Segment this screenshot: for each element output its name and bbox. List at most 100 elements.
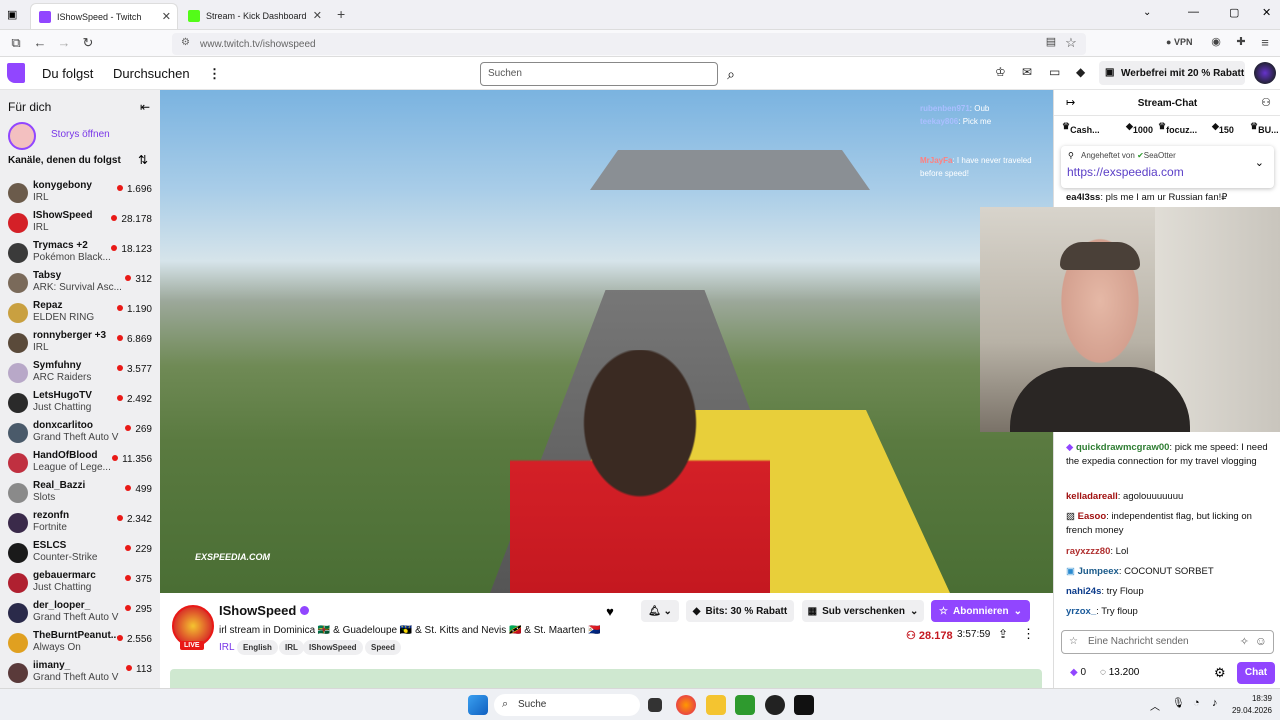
more-icon[interactable]: ⋮ xyxy=(1022,626,1035,642)
app-capcut-icon[interactable] xyxy=(794,695,814,715)
sidebar-channel[interactable]: HandOfBlood League of Lege... 11.356 xyxy=(0,447,160,477)
chat-username[interactable]: kelladareall xyxy=(1066,491,1118,502)
whispers-icon[interactable]: ▭ xyxy=(1049,65,1060,79)
tab-overflow-chevron-icon[interactable]: ⌄ xyxy=(1143,7,1151,18)
tag-irl[interactable]: IRL xyxy=(279,640,304,655)
tab-list-icon[interactable]: ▣ xyxy=(7,8,17,21)
chat-settings-icon[interactable]: ⚙ xyxy=(1214,665,1226,681)
bits-icon[interactable]: ☆ xyxy=(1069,636,1078,647)
sidebar-channel[interactable]: IShowSpeed IRL 28.178 xyxy=(0,207,160,237)
new-tab-icon[interactable]: + xyxy=(337,6,345,22)
leader-3[interactable]: ♛ BU... xyxy=(1250,121,1279,135)
nav-following[interactable]: Du folgst xyxy=(42,66,93,81)
pinned-message[interactable]: ⚲ Angeheftet von ✔SeaOtter https://exspe… xyxy=(1061,146,1274,188)
app-green-icon[interactable] xyxy=(735,695,755,715)
more-options-icon[interactable]: ⋮ xyxy=(208,66,221,82)
chat-username[interactable]: rayxzzz80 xyxy=(1066,546,1110,557)
forward-icon[interactable]: → xyxy=(55,35,73,50)
sort-icon[interactable]: ⇅ xyxy=(138,153,148,167)
channel-points-b[interactable]: ◌ 13.200 xyxy=(1100,667,1139,678)
account-icon[interactable]: ◉ xyxy=(1207,35,1225,48)
channel-name[interactable]: IShowSpeed xyxy=(219,603,310,618)
sidebar-channel[interactable]: gebauermarc Just Chatting 375 xyxy=(0,567,160,597)
chat-input[interactable]: ☆ Eine Nachricht senden ✧ ☺ xyxy=(1061,630,1274,654)
chat-username[interactable]: Easoo xyxy=(1078,511,1107,522)
minimize-icon[interactable]: — xyxy=(1188,6,1199,18)
reader-icon[interactable]: ▤ xyxy=(1042,35,1060,48)
chevron-down-icon[interactable]: ⌄ xyxy=(1255,156,1264,169)
sidebar-channel[interactable]: ESLCS Counter-Strike 229 xyxy=(0,537,160,567)
search-icon[interactable]: ⌕ xyxy=(718,62,744,86)
collapse-sidebar-icon[interactable]: ⇤ xyxy=(140,100,150,114)
channel-points-a[interactable]: ◆ 0 xyxy=(1070,667,1086,678)
menu-icon[interactable]: ≡ xyxy=(1256,35,1274,50)
sidebar-channel[interactable]: ronnyberger +3 IRL 6.869 xyxy=(0,327,160,357)
tag-speed[interactable]: Speed xyxy=(365,640,402,655)
tray-chevron-icon[interactable]: ︿ xyxy=(1150,698,1160,713)
chat-username[interactable]: Jumpeex xyxy=(1078,566,1119,577)
notifications-button[interactable]: 🔔︎ ⌄ xyxy=(641,600,679,622)
chat-username[interactable]: nahi24s xyxy=(1066,586,1101,597)
user-avatar[interactable] xyxy=(1254,62,1276,84)
tag-english[interactable]: English xyxy=(237,640,278,655)
inbox-icon[interactable]: ✉ xyxy=(1022,65,1032,79)
category-link[interactable]: IRL xyxy=(219,642,235,653)
follow-heart-button[interactable]: ♥ xyxy=(597,600,623,622)
file-explorer-icon[interactable] xyxy=(706,695,726,715)
sidebar-channel[interactable]: der_looper_ Grand Theft Auto V 295 xyxy=(0,597,160,627)
windows-start-icon[interactable] xyxy=(468,695,488,715)
sidebar-channel[interactable]: TheBurntPeanut... Always On 2.556 xyxy=(0,627,160,657)
users-icon[interactable]: ⚇ xyxy=(1261,96,1271,109)
firefox-icon[interactable] xyxy=(676,695,696,715)
maximize-icon[interactable]: ▢ xyxy=(1229,6,1239,19)
chat-username[interactable]: yrzox_ xyxy=(1066,606,1096,617)
taskbar-clock[interactable]: 18:39 29.04.2026 xyxy=(1232,693,1272,717)
tab-kick[interactable]: Stream - Kick Dashboard ✕ xyxy=(180,3,328,29)
subscribe-button[interactable]: ☆ Abonnieren ⌄ xyxy=(931,600,1030,622)
tab-twitch[interactable]: IShowSpeed - Twitch ✕ xyxy=(30,3,178,29)
sidebar-channel[interactable]: konygebony IRL 1.696 xyxy=(0,177,160,207)
twitch-logo-icon[interactable] xyxy=(7,63,25,83)
share-icon[interactable]: ⇪ xyxy=(998,627,1008,641)
loot-crown-icon[interactable]: ♔ xyxy=(995,65,1006,79)
task-view-icon[interactable] xyxy=(648,698,662,712)
back-icon[interactable]: ← xyxy=(31,35,49,50)
chat-username[interactable]: ea4l3ss xyxy=(1066,192,1100,203)
adfree-button[interactable]: ▣ Werbefrei mit 20 % Rabatt xyxy=(1099,61,1245,85)
sidebar-channel[interactable]: rezonfn Fortnite 2.342 xyxy=(0,507,160,537)
reload-icon[interactable]: ↻ xyxy=(79,35,97,51)
close-window-icon[interactable]: ✕ xyxy=(1262,6,1271,19)
sidebar-channel[interactable]: Repaz ELDEN RING 1.190 xyxy=(0,297,160,327)
chat-send-button[interactable]: Chat xyxy=(1237,662,1275,684)
vpn-button[interactable]: ● VPN xyxy=(1166,37,1192,47)
volume-icon[interactable]: ♪ xyxy=(1212,697,1218,709)
leader-1[interactable]: ♛ Cash... xyxy=(1062,121,1100,135)
url-field[interactable]: ⚙ www.twitch.tv/ishowspeed xyxy=(172,33,1086,55)
sidebar-toggle-icon[interactable]: ⧉ xyxy=(7,35,25,51)
close-tab-icon[interactable]: ✕ xyxy=(313,9,322,22)
close-tab-icon[interactable]: ✕ xyxy=(162,10,171,23)
taskbar-search[interactable]: ⌕ Suche xyxy=(494,694,640,716)
app-dark-icon[interactable] xyxy=(765,695,785,715)
sidebar-channel[interactable]: Tabsy ARK: Survival Asc... 312 xyxy=(0,267,160,297)
video-player[interactable]: EXSPEEDIA.COM rubenben971: Oub teekay806… xyxy=(160,90,1053,593)
gift-sub-button[interactable]: ▦ Sub verschenken ⌄ xyxy=(802,600,924,622)
tag-ishowspeed[interactable]: IShowSpeed xyxy=(303,640,363,655)
sidebar-channel[interactable]: donxcarlitoo Grand Theft Auto V 269 xyxy=(0,417,160,447)
extensions-icon[interactable]: ✚ xyxy=(1232,35,1250,48)
nav-browse[interactable]: Durchsuchen xyxy=(113,66,190,81)
mic-icon[interactable]: 🎙︎ xyxy=(1172,698,1185,709)
bits-button[interactable]: ◆ Bits: 30 % Rabatt xyxy=(686,600,794,622)
bits-icon[interactable]: ◆ xyxy=(1076,65,1085,79)
pinned-link[interactable]: https://exspeedia.com xyxy=(1067,165,1184,179)
bookmark-star-icon[interactable]: ☆ xyxy=(1062,35,1080,51)
sidebar-channel[interactable]: iimany_ Grand Theft Auto V 113 xyxy=(0,657,160,687)
open-stories-link[interactable]: Storys öffnen xyxy=(51,129,110,140)
search-input[interactable]: Suchen xyxy=(480,62,718,86)
sidebar-channel[interactable]: LetsHugoTV Just Chatting 2.492 xyxy=(0,387,160,417)
sidebar-channel[interactable]: Symfuhny ARC Raiders 3.577 xyxy=(0,357,160,387)
sidebar-channel[interactable]: Trymacs +2 Pokémon Black... 18.123 xyxy=(0,237,160,267)
wifi-icon[interactable]: ◔ xyxy=(1193,697,1200,709)
leader-2[interactable]: ♛ focuz... xyxy=(1158,121,1197,135)
magic-icon[interactable]: ✧ xyxy=(1240,635,1249,648)
